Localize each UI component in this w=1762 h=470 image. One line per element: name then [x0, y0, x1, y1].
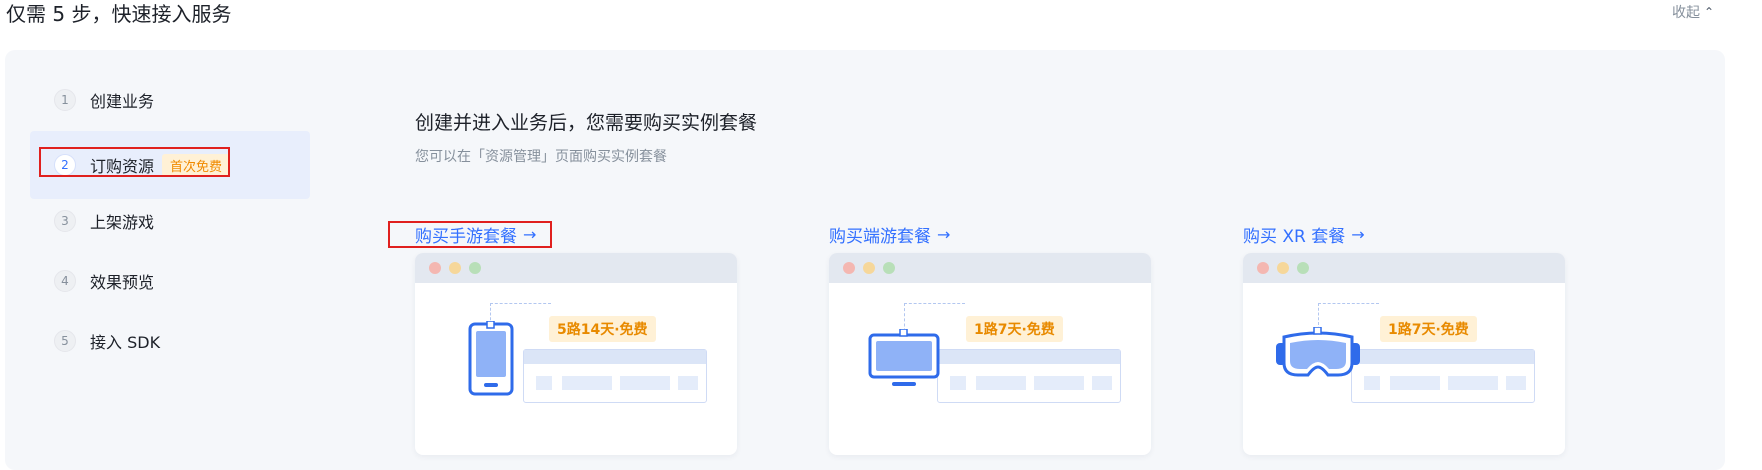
- chevron-up-icon: ⌃: [1704, 5, 1715, 19]
- step-number: 4: [54, 270, 76, 292]
- window-titlebar: [829, 253, 1151, 283]
- buy-xr-package-link[interactable]: 购买 XR 套餐 →: [1243, 222, 1365, 247]
- window-titlebar: [1243, 253, 1565, 283]
- content-subtitle: 您可以在「资源管理」页面购买实例套餐: [415, 149, 667, 165]
- window-illustration: [1351, 349, 1535, 403]
- monitor-icon: [868, 329, 940, 386]
- step-create-business[interactable]: 1 创建业务: [30, 66, 310, 134]
- window-illustration: [523, 349, 707, 403]
- window-titlebar: [415, 253, 737, 283]
- maximize-dot-icon: [469, 262, 481, 274]
- price-badge: 1路7天·免费: [1380, 316, 1477, 342]
- link-label: 购买 XR 套餐: [1243, 227, 1346, 247]
- minimize-dot-icon: [449, 262, 461, 274]
- step-number: 2: [54, 154, 76, 176]
- step-number: 3: [54, 210, 76, 232]
- close-dot-icon: [429, 262, 441, 274]
- vr-headset-icon: [1276, 327, 1360, 377]
- close-dot-icon: [1257, 262, 1269, 274]
- arrow-right-icon: →: [1351, 225, 1365, 244]
- page-title: 仅需 5 步，快速接入服务: [6, 2, 232, 26]
- collapse-button[interactable]: 收起 ⌃: [1672, 2, 1714, 22]
- xr-package-card: 1路7天·免费: [1243, 253, 1565, 455]
- content-title: 创建并进入业务后，您需要购买实例套餐: [415, 112, 758, 134]
- step-label: 上架游戏: [90, 213, 155, 232]
- step-publish-game[interactable]: 3 上架游戏: [30, 187, 310, 255]
- phone-icon: [468, 321, 514, 396]
- buy-mobile-package-link[interactable]: 购买手游套餐 →: [415, 222, 536, 247]
- maximize-dot-icon: [1297, 262, 1309, 274]
- buy-pc-package-link[interactable]: 购买端游套餐 →: [829, 222, 950, 247]
- collapse-label: 收起: [1672, 5, 1700, 21]
- price-badge: 1路7天·免费: [966, 316, 1063, 342]
- link-label: 购买手游套餐: [415, 227, 517, 247]
- step-label: 订购资源: [90, 157, 155, 176]
- window-illustration: [937, 349, 1121, 403]
- step-integrate-sdk[interactable]: 5 接入 SDK: [30, 307, 310, 375]
- step-number: 1: [54, 89, 76, 111]
- free-badge: 首次免费: [162, 153, 231, 177]
- minimize-dot-icon: [1277, 262, 1289, 274]
- pc-package-card: 1路7天·免费: [829, 253, 1151, 455]
- step-label: 接入 SDK: [90, 333, 161, 352]
- arrow-right-icon: →: [937, 225, 951, 244]
- step-preview[interactable]: 4 效果预览: [30, 247, 310, 315]
- mobile-package-card: 5路14天·免费: [415, 253, 737, 455]
- step-number: 5: [54, 330, 76, 352]
- price-badge: 5路14天·免费: [549, 316, 656, 342]
- close-dot-icon: [843, 262, 855, 274]
- link-label: 购买端游套餐: [829, 227, 931, 247]
- arrow-right-icon: →: [523, 225, 537, 244]
- maximize-dot-icon: [883, 262, 895, 274]
- minimize-dot-icon: [863, 262, 875, 274]
- step-label: 效果预览: [90, 273, 155, 292]
- step-label: 创建业务: [90, 92, 155, 111]
